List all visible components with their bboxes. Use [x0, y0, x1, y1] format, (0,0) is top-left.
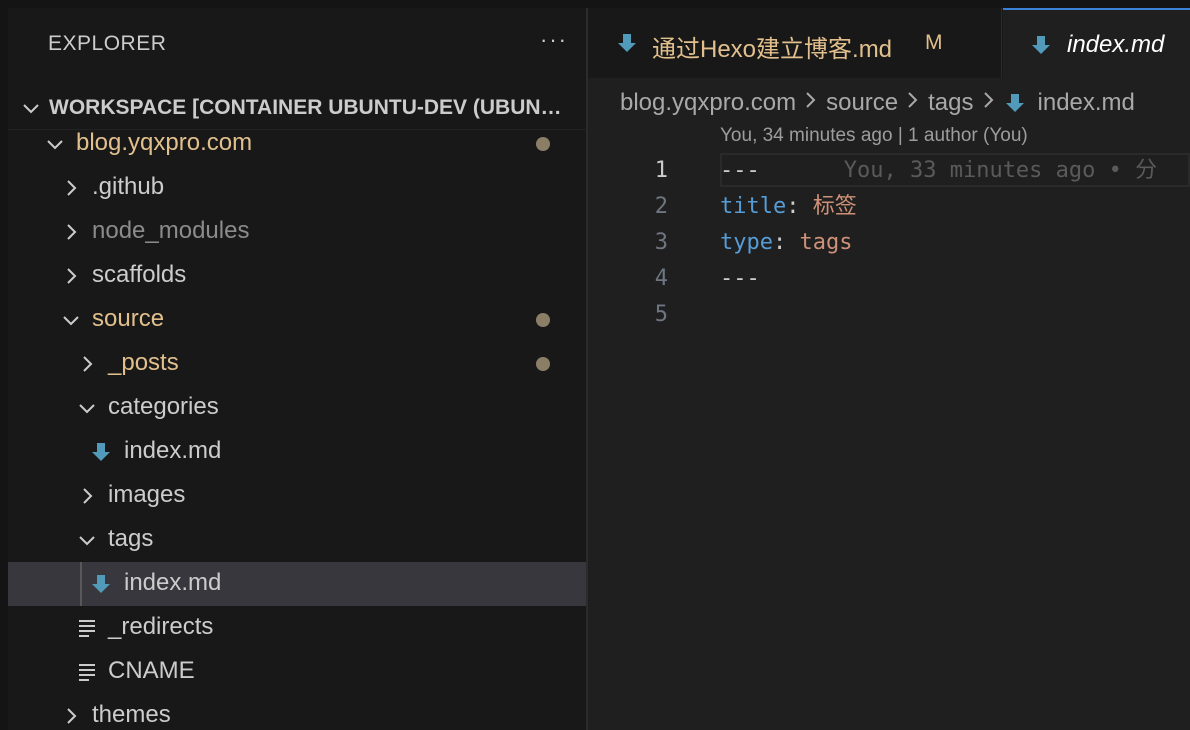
tree-item-label: themes — [92, 701, 171, 728]
tree-folder-posts[interactable]: _posts — [8, 342, 586, 386]
tree-item-label: _posts — [108, 349, 179, 376]
breadcrumb-item[interactable]: blog.yqxpro.com — [620, 89, 796, 117]
explorer-sidebar: EXPLORER ··· WORKSPACE [CONTAINER UBUNTU… — [8, 8, 586, 730]
tree-folder-images[interactable]: images — [8, 474, 586, 518]
tab-label: 通过Hexo建立博客.md — [652, 36, 893, 63]
tree-item-label: source — [92, 305, 165, 332]
tree-item-label: node_modules — [92, 217, 250, 244]
yaml-colon: : — [786, 194, 800, 219]
markdown-icon — [92, 443, 110, 461]
tree-folder-github[interactable]: .github — [8, 166, 586, 210]
breadcrumb-file-label: index.md — [1037, 89, 1135, 116]
line-number: 1 — [654, 158, 668, 183]
chevron-right-icon — [804, 89, 818, 117]
chevron-right-icon — [67, 180, 77, 196]
tree-item-label: index.md — [124, 569, 222, 596]
markdown-icon — [1032, 36, 1050, 54]
tree-folder-themes[interactable]: themes — [8, 694, 586, 730]
inline-blame: You, 33 minutes ago • 分 — [843, 158, 1158, 183]
tab-label: index.md — [1067, 31, 1165, 58]
code-line: --- — [720, 261, 760, 297]
more-actions-icon[interactable]: ··· — [540, 29, 568, 59]
modified-dot — [536, 357, 550, 371]
code-line: --- You, 33 minutes ago • 分 — [720, 153, 1157, 189]
tree-item-label: scaffolds — [92, 261, 187, 288]
yaml-colon: : — [772, 230, 787, 255]
chevron-right-icon — [67, 708, 77, 724]
tab-hexo-blog-md[interactable]: 通过Hexo建立博客.md M — [588, 8, 1002, 78]
code-line: title: 标签 — [720, 189, 857, 225]
line-number: 5 — [654, 302, 668, 327]
tree-folder-blog-yqxpro-com[interactable]: blog.yqxpro.com — [8, 122, 586, 166]
markdown-icon — [1005, 94, 1024, 112]
yaml-key: title — [720, 194, 787, 219]
breadcrumb: blog.yqxpro.com source tags index.md — [620, 86, 1135, 120]
code-line: type: tags — [720, 225, 852, 261]
line-number: 2 — [654, 194, 668, 219]
indent-guide — [80, 562, 82, 606]
frontmatter-delimiter: --- — [720, 266, 760, 291]
tree-file-index-md[interactable]: index.md — [8, 430, 586, 474]
window-left-edge — [0, 0, 8, 730]
frontmatter-delimiter: --- — [720, 158, 760, 183]
explorer-header: EXPLORER ··· — [48, 28, 568, 60]
tab-bar: 通过Hexo建立博客.md M index.md — [588, 8, 1190, 78]
breadcrumb-item[interactable]: source — [826, 89, 898, 117]
editor-area: 通过Hexo建立博客.md M index.md blog.yqxpro.com… — [588, 8, 1190, 730]
line-number: 3 — [654, 230, 668, 255]
tree-item-label: categories — [108, 393, 219, 420]
yaml-key: type — [720, 230, 773, 255]
chevron-right-icon — [906, 89, 920, 117]
line-number: 4 — [654, 266, 668, 291]
tree-item-label: .github — [92, 173, 165, 200]
chevron-down-icon — [23, 103, 39, 113]
tree-file-cname[interactable]: CNAME — [8, 650, 586, 694]
chevron-right-icon — [67, 268, 77, 284]
tree-folder-tags[interactable]: tags — [8, 518, 586, 562]
chevron-right-icon — [67, 224, 77, 240]
tree-file-redirects[interactable]: _redirects — [8, 606, 586, 650]
chevron-down-icon — [79, 536, 95, 546]
modified-dot — [536, 313, 550, 327]
tree-item-label: images — [108, 481, 186, 508]
chevron-right-icon — [83, 488, 93, 504]
tree-item-label: blog.yqxpro.com — [76, 129, 253, 156]
modified-badge: M — [925, 31, 943, 54]
yaml-value: tags — [799, 230, 853, 255]
text-file-icon — [79, 664, 95, 681]
tree-item-label: CNAME — [108, 657, 195, 684]
tree-item-label: index.md — [124, 437, 222, 464]
tree-file-index-md[interactable]: index.md — [8, 562, 586, 606]
explorer-title: EXPLORER — [48, 32, 167, 55]
tree-folder-source[interactable]: source — [8, 298, 586, 342]
window-top-edge — [0, 0, 1190, 8]
chevron-down-icon — [47, 140, 63, 150]
text-file-icon — [79, 620, 95, 637]
tree-item-label: _redirects — [108, 613, 214, 640]
chevron-right-icon — [83, 356, 93, 372]
tab-index-md[interactable]: index.md — [1003, 8, 1190, 78]
chevron-right-icon — [982, 89, 996, 117]
chevron-down-icon — [79, 404, 95, 414]
yaml-value: 标签 — [812, 194, 857, 219]
tree-item-label: tags — [108, 525, 154, 552]
breadcrumb-item-file[interactable]: index.md — [1004, 89, 1135, 117]
markdown-icon — [92, 575, 110, 593]
markdown-icon — [618, 34, 636, 52]
workspace-title: WORKSPACE [CONTAINER UBUNTU-DEV (UBUNTU)… — [49, 95, 574, 119]
tree-folder-categories[interactable]: categories — [8, 386, 586, 430]
breadcrumb-item[interactable]: tags — [928, 89, 973, 117]
modified-dot — [536, 137, 550, 151]
chevron-down-icon — [63, 316, 79, 326]
tree-folder-node-modules[interactable]: node_modules — [8, 210, 586, 254]
tree-folder-scaffolds[interactable]: scaffolds — [8, 254, 586, 298]
git-codelens[interactable]: You, 34 minutes ago | 1 author (You) — [720, 125, 1028, 147]
